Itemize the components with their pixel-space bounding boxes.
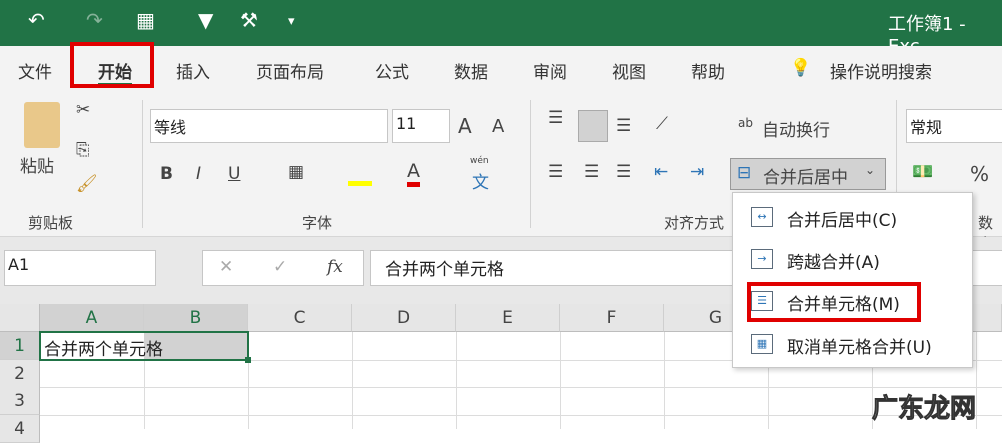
font-color-button[interactable]: A <box>407 160 420 187</box>
phonetic-button[interactable]: 文 <box>472 168 489 193</box>
unmerge-icon: ▦ <box>751 334 773 354</box>
copy-icon[interactable]: ⎘ <box>76 140 90 160</box>
merge-dropdown-menu: ↔ 合并后居中(C) → 跨越合并(A) ☰ 合并单元格(M) ▦ 取消单元格合并(U) <box>732 192 973 368</box>
menu-item-label: 跨越合并(A) <box>787 253 880 273</box>
column-header-b[interactable]: B <box>144 304 248 332</box>
wrap-text-button[interactable]: 自动换行 <box>762 116 830 141</box>
format-painter-icon[interactable]: 🖌 <box>76 174 98 194</box>
font-name-value: 等线 <box>154 118 187 137</box>
increase-indent-icon[interactable]: ⇥ <box>690 162 704 182</box>
menu-item-unmerge[interactable]: ▦ 取消单元格合并(U) <box>733 324 972 364</box>
fill-color-icon[interactable] <box>348 162 372 186</box>
decrease-indent-icon[interactable]: ⇤ <box>654 162 668 182</box>
menu-item-label: 合并后居中(C) <box>787 211 898 231</box>
align-right-icon[interactable]: ☰ <box>616 162 631 182</box>
select-all-button[interactable] <box>0 304 40 332</box>
row-header-2[interactable]: 2 <box>0 360 40 388</box>
insert-function-icon[interactable]: fx <box>327 257 343 277</box>
align-center-icon[interactable]: ☰ <box>584 162 599 182</box>
customize-qat-icon[interactable]: ▾ <box>288 14 295 29</box>
align-bottom-icon[interactable]: ☰ <box>616 116 631 136</box>
font-size-value: 11 <box>396 114 417 133</box>
align-left-icon[interactable]: ☰ <box>548 162 563 182</box>
redo-icon[interactable]: ↷ <box>86 8 103 32</box>
alignment-group-label: 对齐方式 <box>664 214 725 232</box>
column-header-d[interactable]: D <box>352 304 456 332</box>
tools-icon[interactable]: ⚒ <box>240 8 258 32</box>
fill-handle[interactable] <box>245 357 251 363</box>
tab-view[interactable]: 视图 <box>612 58 646 83</box>
align-top-icon[interactable]: ☰ <box>548 108 563 128</box>
paste-button[interactable]: 粘贴 <box>20 152 54 177</box>
row-header-1[interactable]: 1 <box>0 332 40 360</box>
tell-me-search[interactable]: 操作说明搜索 <box>830 58 932 83</box>
menu-item-merge-center[interactable]: ↔ 合并后居中(C) <box>733 197 972 237</box>
name-box-value: A1 <box>8 255 30 274</box>
column-header-e[interactable]: E <box>456 304 560 332</box>
highlight-box-home <box>70 42 154 88</box>
italic-button[interactable]: I <box>196 164 201 184</box>
tab-review[interactable]: 审阅 <box>533 58 567 83</box>
watermark: 广东龙网 <box>871 394 977 425</box>
chevron-down-icon: ⌄ <box>865 163 876 177</box>
clipboard-group-label: 剪贴板 <box>28 214 74 232</box>
form-icon[interactable]: ▦ <box>136 8 155 32</box>
merge-across-icon: → <box>751 249 773 269</box>
number-format-value: 常规 <box>910 118 943 137</box>
tab-help[interactable]: 帮助 <box>691 58 725 83</box>
shrink-font-button[interactable]: A <box>492 116 504 137</box>
number-format-select[interactable]: 常规 <box>906 109 1002 143</box>
undo-icon[interactable]: ↶ <box>28 8 45 32</box>
tab-file[interactable]: 文件 <box>18 58 52 83</box>
currency-icon[interactable]: 💵 <box>912 162 933 182</box>
ribbon-tabs: 文件 开始 插入 页面布局 公式 数据 审阅 视图 帮助 💡 操作说明搜索 <box>0 42 1002 92</box>
row-header-4[interactable]: 4 <box>0 415 40 443</box>
tab-data[interactable]: 数据 <box>454 58 488 83</box>
menu-item-label: 取消单元格合并(U) <box>787 338 932 358</box>
tab-formulas[interactable]: 公式 <box>375 58 409 83</box>
column-header-c[interactable]: C <box>248 304 352 332</box>
phonetic-top: wén <box>470 156 489 166</box>
bold-button[interactable]: B <box>160 164 173 184</box>
formula-value: 合并两个单元格 <box>385 260 504 280</box>
column-header-f[interactable]: F <box>560 304 664 332</box>
cancel-icon[interactable]: ✕ <box>219 257 233 277</box>
tab-insert[interactable]: 插入 <box>176 58 210 83</box>
font-group-label: 字体 <box>302 214 333 232</box>
merge-center-icon: ⊟ <box>737 163 752 183</box>
merge-center-label: 合并后居中 <box>763 168 848 188</box>
merge-center-button[interactable]: ⊟ 合并后居中 ⌄ <box>730 158 886 190</box>
align-middle-button[interactable] <box>578 110 608 142</box>
paste-icon[interactable] <box>24 102 60 148</box>
menu-item-merge-across[interactable]: → 跨越合并(A) <box>733 239 972 279</box>
enter-icon[interactable]: ✓ <box>273 257 287 277</box>
cell-a1[interactable]: 合并两个单元格 <box>44 335 163 360</box>
filter-icon[interactable]: ▼ <box>198 8 213 32</box>
wrap-text-icon: ab <box>738 116 753 130</box>
orientation-icon[interactable]: ⟋ <box>656 114 668 134</box>
lightbulb-icon: 💡 <box>790 58 812 78</box>
font-size-select[interactable]: 11 <box>392 109 450 143</box>
row-header-3[interactable]: 3 <box>0 387 40 415</box>
formula-buttons: ✕ ✓ fx <box>202 250 364 286</box>
underline-button[interactable]: U <box>228 164 240 184</box>
grow-font-button[interactable]: A <box>458 114 472 138</box>
cut-icon[interactable]: ✂ <box>76 100 90 120</box>
title-bar: ↶ ↷ ▦ ▼ ⚒ ▾ 工作簿1 - Exc <box>0 0 1002 57</box>
highlight-box-merge-cells <box>747 282 921 322</box>
name-box[interactable]: A1 <box>4 250 156 286</box>
merge-center-icon: ↔ <box>751 207 773 227</box>
column-header-a[interactable]: A <box>40 304 144 332</box>
percent-button[interactable]: % <box>970 162 989 186</box>
tab-page-layout[interactable]: 页面布局 <box>256 58 324 83</box>
borders-icon[interactable]: ▦ <box>288 162 304 182</box>
font-name-select[interactable]: 等线 <box>150 109 388 143</box>
